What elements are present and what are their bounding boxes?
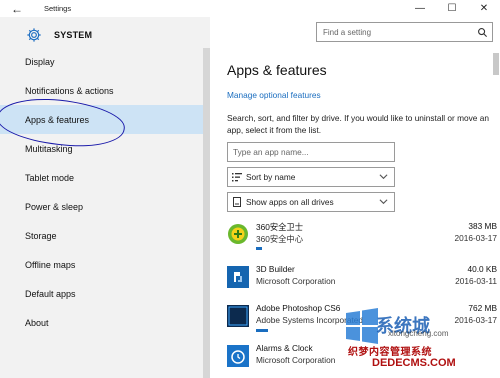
app-size: 383 MB	[468, 221, 497, 231]
search-input[interactable]: Find a setting	[317, 28, 472, 37]
close-icon: ✕	[479, 3, 489, 14]
back-button[interactable]: ←	[0, 0, 34, 17]
sidebar-item-label: Notifications & actions	[25, 85, 114, 96]
sort-dropdown[interactable]: Sort by name	[227, 167, 395, 187]
chevron-down-icon	[379, 172, 388, 183]
sidebar-item-label: Storage	[25, 230, 57, 241]
sidebar-item-tablet-mode[interactable]: Tablet mode	[0, 163, 210, 192]
app-date: 2016-03-11	[455, 276, 497, 286]
sidebar-item-default-apps[interactable]: Default apps	[0, 279, 210, 308]
minimize-button[interactable]: —	[404, 0, 436, 17]
app-publisher: Adobe Systems Incorporated	[256, 315, 363, 325]
photoshop-icon	[227, 305, 249, 327]
sidebar-item-label: Display	[25, 56, 55, 67]
sidebar-nav: Display Notifications & actions Apps & f…	[0, 47, 210, 337]
minimize-icon: —	[415, 3, 425, 14]
sidebar-item-apps-features[interactable]: Apps & features	[0, 105, 210, 134]
find-setting-search[interactable]: Find a setting	[316, 22, 493, 42]
app-publisher: 360安全中心	[256, 234, 304, 244]
sidebar-item-label: Default apps	[25, 288, 76, 299]
sidebar-item-label: Tablet mode	[25, 172, 75, 183]
360-safe-icon	[227, 223, 249, 245]
sidebar-item-offline-maps[interactable]: Offline maps	[0, 250, 210, 279]
app-size-bar	[256, 329, 268, 332]
sidebar-item-multitasking[interactable]: Multitasking	[0, 134, 210, 163]
sidebar-item-label: Offline maps	[25, 259, 76, 270]
app-size: 762 MB	[468, 303, 497, 313]
3d-builder-icon	[227, 266, 249, 288]
app-name: Adobe Photoshop CS6	[256, 303, 341, 313]
sort-icon	[228, 172, 246, 182]
window-controls: — ☐ ✕	[404, 0, 500, 17]
sidebar-item-notifications[interactable]: Notifications & actions	[0, 76, 210, 105]
app-publisher: Microsoft Corporation	[256, 355, 336, 365]
window-title: Settings	[44, 4, 72, 13]
sidebar: SYSTEM Display Notifications & actions A…	[0, 17, 210, 378]
app-search-input[interactable]: Type an app name...	[227, 142, 395, 162]
sidebar-item-label: About	[25, 317, 49, 328]
sidebar-item-display[interactable]: Display	[0, 47, 210, 76]
app-date: 2016-03-17	[454, 233, 497, 243]
sidebar-item-power-sleep[interactable]: Power & sleep	[0, 192, 210, 221]
title-bar: ← Settings — ☐ ✕	[0, 0, 500, 17]
gear-icon	[24, 25, 44, 45]
chevron-down-icon	[379, 197, 388, 208]
sidebar-scrollbar[interactable]	[203, 48, 210, 378]
back-arrow-icon: ←	[11, 1, 23, 16]
alarm-clock-icon	[227, 345, 249, 367]
sidebar-item-storage[interactable]: Storage	[0, 221, 210, 250]
drive-icon	[228, 197, 246, 207]
app-list-item[interactable]: 3D Builder Microsoft Corporation 40.0 KB…	[227, 264, 497, 298]
description-text: Search, sort, and filter by drive. If yo…	[227, 113, 489, 135]
sidebar-brand: SYSTEM	[0, 20, 210, 50]
main-scrollbar[interactable]	[493, 53, 499, 75]
drive-filter-dropdown[interactable]: Show apps on all drives	[227, 192, 395, 212]
maximize-button[interactable]: ☐	[436, 0, 468, 17]
page-title: Apps & features	[227, 62, 327, 78]
app-name: Alarms & Clock	[256, 343, 313, 353]
app-size: 40.0 KB	[467, 264, 497, 274]
sidebar-item-label: Multitasking	[25, 143, 73, 154]
close-button[interactable]: ✕	[468, 0, 500, 17]
sort-label: Sort by name	[246, 172, 296, 182]
sidebar-brand-label: SYSTEM	[54, 30, 93, 40]
maximize-icon: ☐	[447, 3, 457, 14]
app-list-item[interactable]: Alarms & Clock Microsoft Corporation	[227, 343, 497, 377]
main-panel: Apps & features Manage optional features…	[210, 45, 500, 378]
app-list-item[interactable]: 360安全卫士 360安全中心 383 MB 2016-03-17	[227, 221, 497, 255]
app-date: 2016-03-17	[454, 315, 497, 325]
sidebar-item-about[interactable]: About	[0, 308, 210, 337]
sidebar-item-label: Apps & features	[25, 114, 90, 125]
app-name: 3D Builder	[256, 264, 295, 274]
search-icon[interactable]	[472, 27, 492, 38]
sidebar-item-label: Power & sleep	[25, 201, 84, 212]
filter-label: Show apps on all drives	[246, 197, 334, 207]
app-name: 360安全卫士	[256, 222, 304, 232]
app-publisher: Microsoft Corporation	[256, 276, 336, 286]
app-search-placeholder: Type an app name...	[233, 147, 309, 157]
manage-optional-features-link[interactable]: Manage optional features	[227, 90, 321, 100]
app-list-item[interactable]: Adobe Photoshop CS6 Adobe Systems Incorp…	[227, 303, 497, 337]
app-size-bar	[256, 247, 262, 250]
